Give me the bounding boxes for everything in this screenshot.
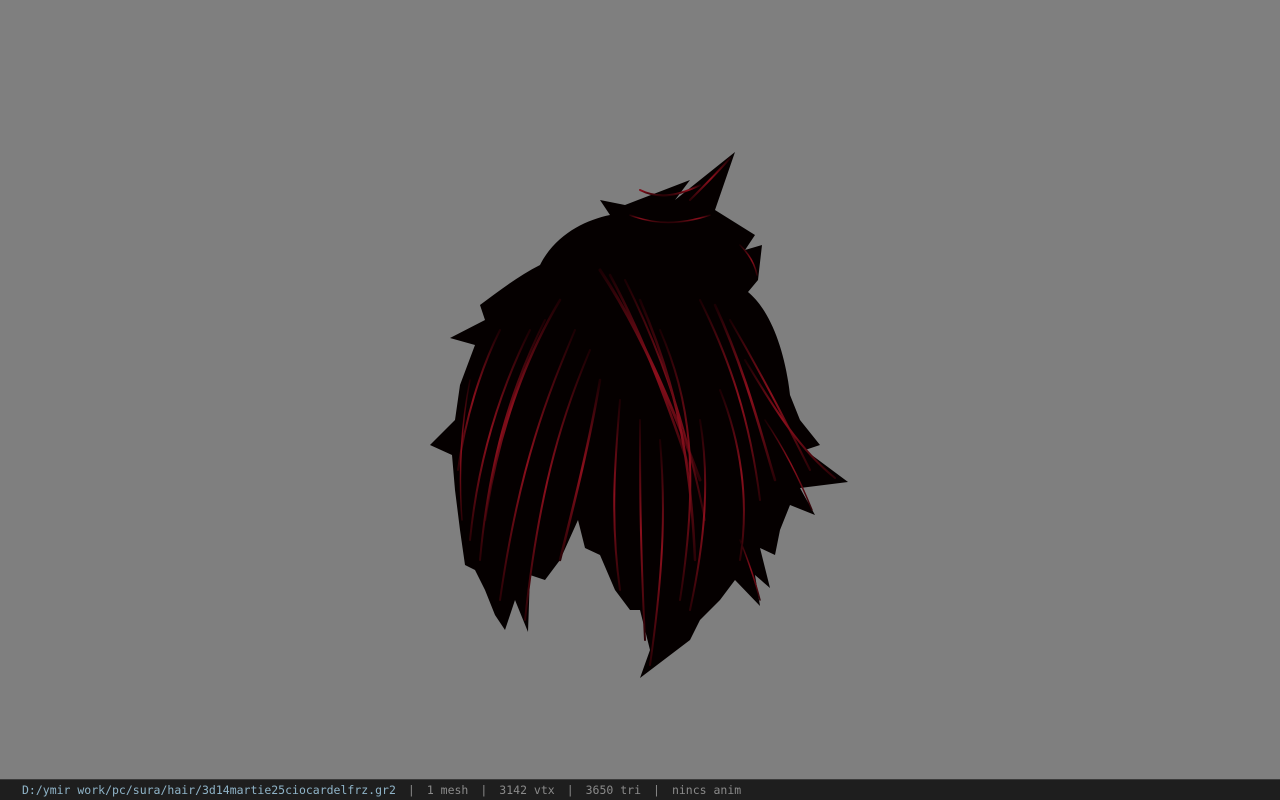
mesh-count: 1 mesh [426,783,469,797]
animation-status: nincs anim [671,783,742,797]
hair-mass [430,152,848,678]
model-viewport[interactable] [0,0,1280,779]
separator: | [407,783,415,797]
separator: | [480,783,488,797]
file-path: D:/ymir work/pc/sura/hair/3d14martie25ci… [22,783,396,797]
separator: | [653,783,660,797]
vertex-count: 3142 vtx [499,783,555,797]
hair-model [430,152,848,678]
status-bar: D:/ymir work/pc/sura/hair/3d14martie25ci… [0,779,1280,800]
separator: | [566,783,574,797]
triangle-count: 3650 tri [585,783,642,797]
